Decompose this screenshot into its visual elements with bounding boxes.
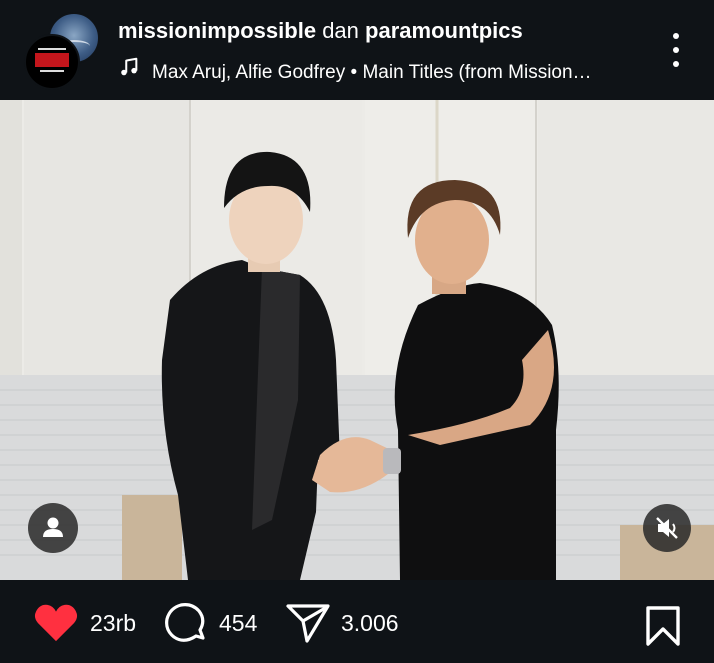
more-vertical-icon bbox=[673, 33, 679, 39]
share-count[interactable]: 3.006 bbox=[341, 610, 399, 637]
post-header: missionimpossible dan paramountpics Max … bbox=[0, 0, 714, 100]
post-image[interactable] bbox=[0, 100, 714, 580]
account-name-paramountpics[interactable]: paramountpics bbox=[365, 18, 523, 43]
like-count[interactable]: 23rb bbox=[90, 610, 136, 637]
action-bar: 23rb 454 3.006 bbox=[0, 580, 714, 663]
heart-icon[interactable] bbox=[32, 603, 80, 643]
music-attribution[interactable]: Max Aruj, Alfie Godfrey • Main Titles (f… bbox=[118, 56, 618, 84]
collab-avatars[interactable] bbox=[24, 12, 100, 90]
mute-toggle-button[interactable] bbox=[643, 504, 691, 552]
account-name-missionimpossible[interactable]: missionimpossible bbox=[118, 18, 316, 43]
comment-icon[interactable] bbox=[163, 600, 209, 646]
comment-group: 454 bbox=[163, 603, 257, 642]
comment-count[interactable]: 454 bbox=[219, 610, 257, 637]
share-group: 3.006 bbox=[285, 601, 399, 645]
bookmark-icon bbox=[646, 606, 680, 646]
photo-illustration bbox=[0, 100, 714, 580]
tagged-people-button[interactable] bbox=[28, 503, 78, 553]
post-authors: missionimpossible dan paramountpics bbox=[118, 18, 523, 44]
music-label: Max Aruj, Alfie Godfrey • Main Titles (f… bbox=[152, 62, 592, 83]
save-button[interactable] bbox=[642, 605, 684, 652]
like-group: 23rb bbox=[32, 604, 136, 642]
volume-muted-icon bbox=[656, 517, 678, 539]
missionimpossible-avatar[interactable] bbox=[24, 34, 80, 90]
send-icon[interactable] bbox=[285, 601, 331, 645]
more-options-button[interactable] bbox=[660, 28, 692, 72]
joiner-text: dan bbox=[322, 18, 359, 43]
music-note-icon bbox=[118, 56, 142, 84]
user-icon bbox=[43, 517, 63, 537]
